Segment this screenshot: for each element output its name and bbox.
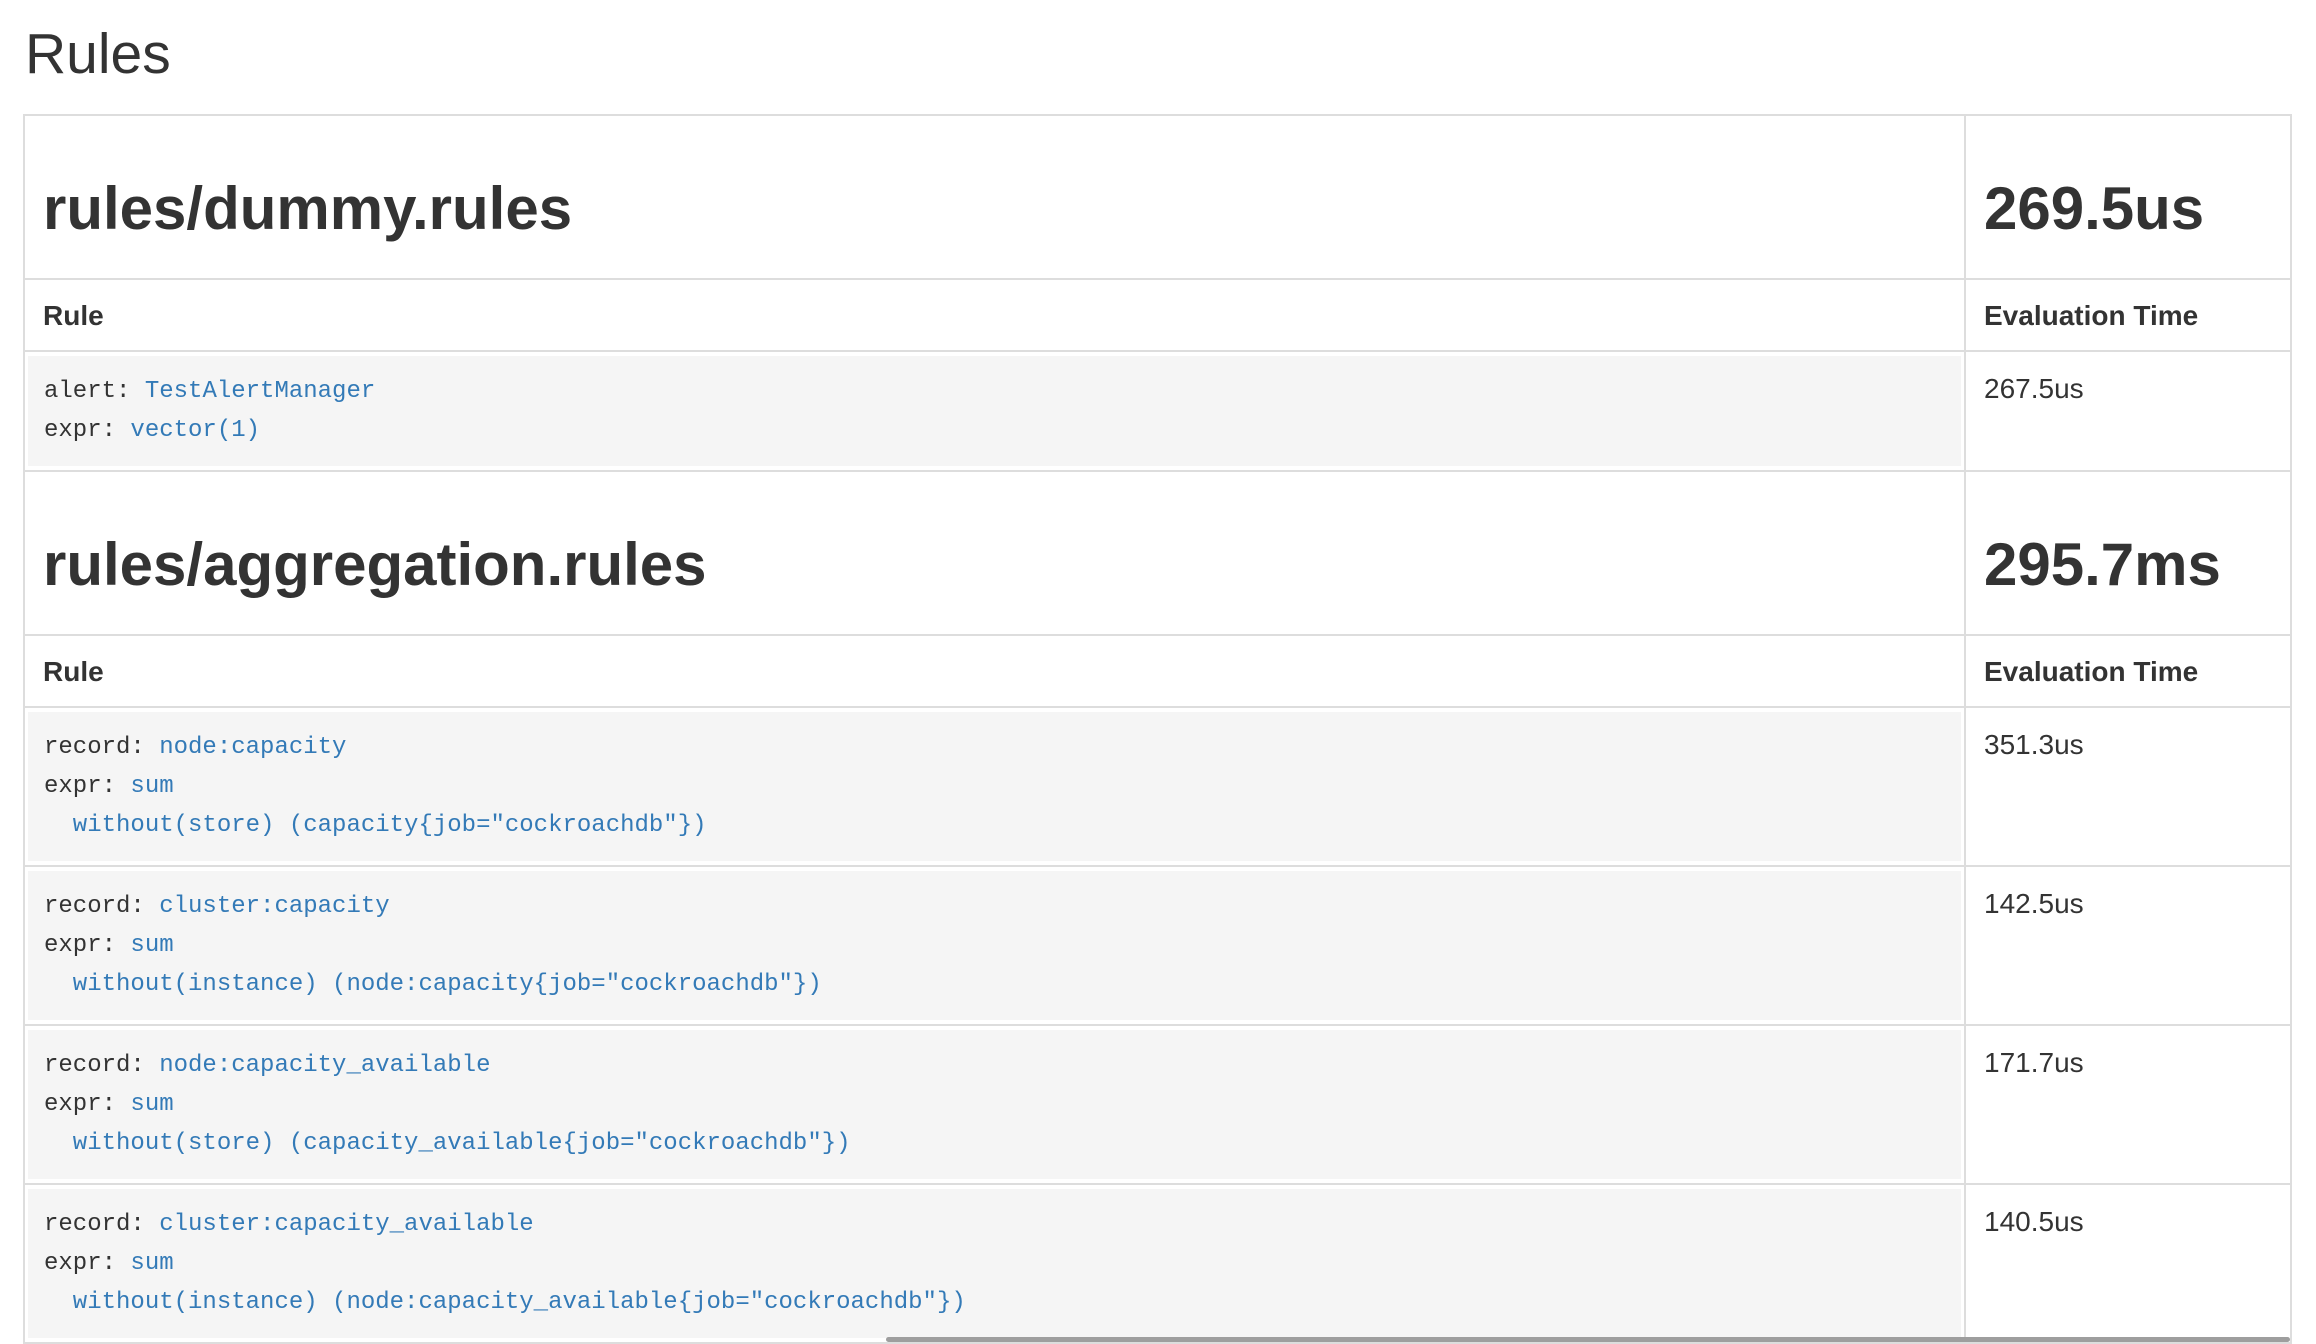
- rule-expression-link[interactable]: sum: [130, 773, 173, 800]
- column-header-row: RuleEvaluation Time: [24, 279, 2291, 351]
- rule-cell: record: node:capacity expr: sum without(…: [24, 707, 1965, 866]
- column-header-row: RuleEvaluation Time: [24, 635, 2291, 707]
- rules-page: Rules rules/dummy.rules269.5usRuleEvalua…: [0, 22, 2316, 1344]
- eval-time-column-header: Evaluation Time: [1965, 279, 2291, 351]
- rule-group-eval-time: 269.5us: [1984, 176, 2272, 242]
- rule-code: alert: TestAlertManager expr: vector(1): [28, 356, 1961, 466]
- horizontal-scrollbar-thumb[interactable]: [886, 1337, 2290, 1342]
- rule-code: record: node:capacity_available expr: su…: [28, 1030, 1961, 1179]
- rule-code: record: node:capacity expr: sum without(…: [28, 712, 1961, 861]
- rule-row: alert: TestAlertManager expr: vector(1)2…: [24, 351, 2291, 471]
- rule-keyword: expr:: [44, 417, 130, 444]
- rule-expression-link[interactable]: without(instance) (node:capacity_availab…: [44, 1289, 966, 1316]
- rule-keyword: record:: [44, 1211, 159, 1238]
- rule-group-file-name: rules/dummy.rules: [43, 176, 1946, 242]
- rule-row: record: node:capacity_available expr: su…: [24, 1025, 2291, 1184]
- rule-expression-link[interactable]: node:capacity_available: [159, 1052, 490, 1079]
- rule-eval-time-value: 267.5us: [1965, 351, 2291, 471]
- rule-group-name-cell: rules/aggregation.rules: [24, 471, 1965, 635]
- rule-keyword: expr:: [44, 773, 130, 800]
- rule-cell: record: cluster:capacity expr: sum witho…: [24, 866, 1965, 1025]
- eval-time-column-header: Evaluation Time: [1965, 635, 2291, 707]
- rule-eval-time-value: 351.3us: [1965, 707, 2291, 866]
- rule-group-eval-time-cell: 295.7ms: [1965, 471, 2291, 635]
- rule-group-file-name: rules/aggregation.rules: [43, 532, 1946, 598]
- rule-expression-link[interactable]: without(instance) (node:capacity{job="co…: [44, 971, 822, 998]
- rule-group-eval-time: 295.7ms: [1984, 532, 2272, 598]
- rule-code: record: cluster:capacity_available expr:…: [28, 1189, 1961, 1338]
- rule-expression-link[interactable]: sum: [130, 932, 173, 959]
- rule-expression-link[interactable]: TestAlertManager: [145, 378, 375, 405]
- rule-expression-link[interactable]: without(store) (capacity_available{job="…: [44, 1130, 851, 1157]
- rule-keyword: record:: [44, 1052, 159, 1079]
- rule-expression-link[interactable]: node:capacity: [159, 734, 346, 761]
- rule-keyword: record:: [44, 734, 159, 761]
- rule-group-row: rules/dummy.rules 269.5us: [24, 115, 2291, 279]
- rule-eval-time-value: 140.5us: [1965, 1184, 2291, 1343]
- rule-row: record: node:capacity expr: sum without(…: [24, 707, 2291, 866]
- rule-group-name-cell: rules/dummy.rules: [24, 115, 1965, 279]
- rule-row: record: cluster:capacity_available expr:…: [24, 1184, 2291, 1343]
- rule-keyword: alert:: [44, 378, 145, 405]
- rules-table: rules/dummy.rules269.5usRuleEvaluation T…: [23, 114, 2292, 1344]
- rule-eval-time-value: 142.5us: [1965, 866, 2291, 1025]
- rule-code: record: cluster:capacity expr: sum witho…: [28, 871, 1961, 1020]
- rule-keyword: expr:: [44, 1091, 130, 1118]
- rule-cell: alert: TestAlertManager expr: vector(1): [24, 351, 1965, 471]
- rule-expression-link[interactable]: cluster:capacity_available: [159, 1211, 533, 1238]
- rule-keyword: expr:: [44, 1250, 130, 1277]
- rule-group-eval-time-cell: 269.5us: [1965, 115, 2291, 279]
- rule-expression-link[interactable]: without(store) (capacity{job="cockroachd…: [44, 812, 707, 839]
- rule-expression-link[interactable]: sum: [130, 1091, 173, 1118]
- rule-expression-link[interactable]: cluster:capacity: [159, 893, 389, 920]
- rule-keyword: record:: [44, 893, 159, 920]
- rule-cell: record: node:capacity_available expr: su…: [24, 1025, 1965, 1184]
- rule-group-row: rules/aggregation.rules 295.7ms: [24, 471, 2291, 635]
- rule-expression-link[interactable]: sum: [130, 1250, 173, 1277]
- rule-cell: record: cluster:capacity_available expr:…: [24, 1184, 1965, 1343]
- rule-column-header: Rule: [24, 279, 1965, 351]
- rule-row: record: cluster:capacity expr: sum witho…: [24, 866, 2291, 1025]
- rule-expression-link[interactable]: vector(1): [130, 417, 260, 444]
- rule-eval-time-value: 171.7us: [1965, 1025, 2291, 1184]
- rule-column-header: Rule: [24, 635, 1965, 707]
- page-title: Rules: [25, 22, 2290, 88]
- rule-keyword: expr:: [44, 932, 130, 959]
